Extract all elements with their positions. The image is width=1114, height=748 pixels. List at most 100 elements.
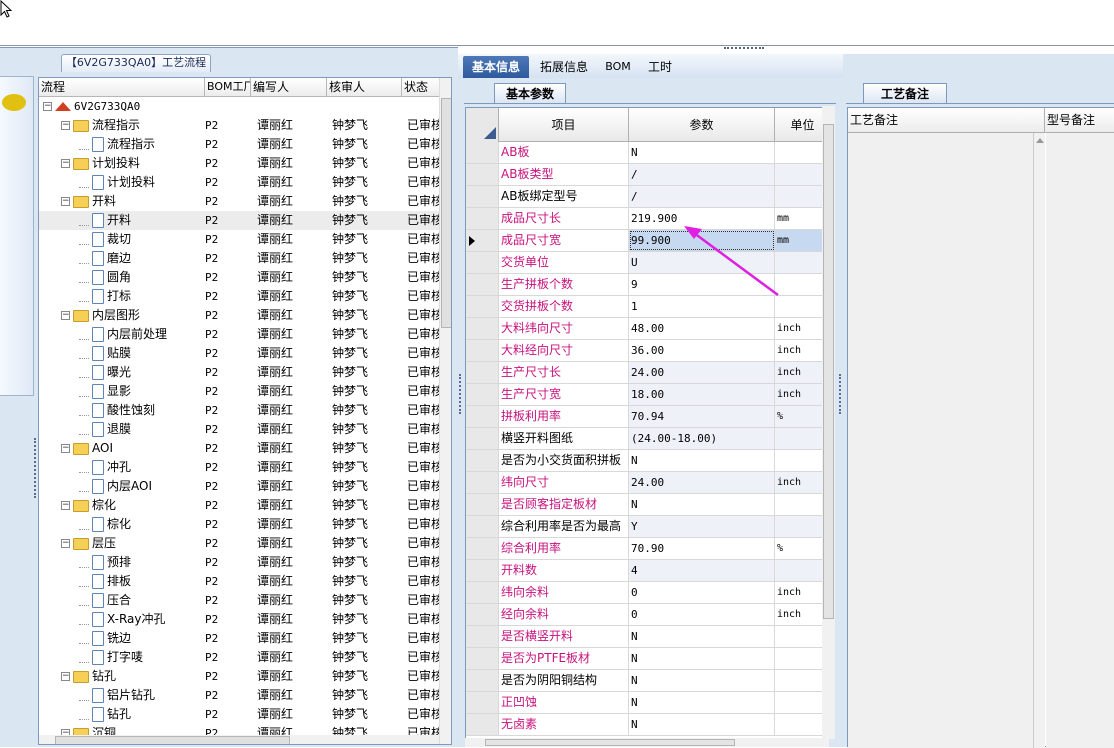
col-header-process-remark[interactable]: 工艺备注 <box>848 108 1045 133</box>
param-value-field[interactable]: N <box>629 450 775 471</box>
tree-row[interactable]: 铣边 P2 谭丽红 钟梦飞 已审核 <box>39 629 439 648</box>
row-indicator[interactable] <box>466 142 499 163</box>
param-value-field[interactable]: 70.90 <box>629 538 775 559</box>
tab-basic-params[interactable]: 基本参数 <box>494 83 566 104</box>
tree-row[interactable]: 显影 P2 谭丽红 钟梦飞 已审核 <box>39 382 439 401</box>
param-row[interactable]: 交货单位 U <box>466 252 828 274</box>
col-header-status[interactable]: 状态 <box>402 78 439 97</box>
collapse-toggle-icon[interactable]: − <box>61 444 70 453</box>
param-row[interactable]: 纬向余料 0 inch <box>466 582 828 604</box>
param-value-field[interactable]: N <box>629 626 775 647</box>
row-indicator[interactable] <box>466 626 499 647</box>
collapse-toggle-icon[interactable]: − <box>61 311 70 320</box>
row-indicator[interactable] <box>466 450 499 471</box>
param-row[interactable]: 是否为小交货面积拼板 N <box>466 450 828 472</box>
param-row[interactable]: 是否为阴阳铜结构 N <box>466 670 828 692</box>
row-indicator[interactable] <box>466 318 499 339</box>
param-row[interactable]: 生产拼板个数 9 <box>466 274 828 296</box>
param-row[interactable]: 开料数 4 <box>466 560 828 582</box>
param-row[interactable]: AB板 N <box>466 142 828 164</box>
param-value-field[interactable]: 99.900 <box>629 230 775 251</box>
param-row[interactable]: 大料经向尺寸 36.00 inch <box>466 340 828 362</box>
row-indicator[interactable] <box>466 604 499 625</box>
row-indicator[interactable] <box>466 164 499 185</box>
param-row[interactable]: 无卤素 N <box>466 714 828 736</box>
param-value-field[interactable]: 24.00 <box>629 472 775 493</box>
param-value-field[interactable]: / <box>629 164 775 185</box>
mid-splitter-right[interactable] <box>839 374 841 414</box>
tree-row[interactable]: 内层AOI P2 谭丽红 钟梦飞 已审核 <box>39 477 439 496</box>
param-row[interactable]: 生产尺寸宽 18.00 inch <box>466 384 828 406</box>
scroll-thumb[interactable] <box>55 736 290 744</box>
tree-row[interactable]: 贴膜 P2 谭丽红 钟梦飞 已审核 <box>39 344 439 363</box>
row-indicator[interactable] <box>466 428 499 449</box>
collapse-toggle-icon[interactable]: − <box>61 501 70 510</box>
param-row[interactable]: 成品尺寸宽 99.900 mm <box>466 230 828 252</box>
tab-extended-info[interactable]: 拓展信息 <box>534 56 594 78</box>
row-indicator[interactable] <box>466 208 499 229</box>
col-header-model-remark[interactable]: 型号备注 <box>1045 108 1114 133</box>
param-value-field[interactable]: 0 <box>629 604 775 625</box>
param-row[interactable]: 是否顾客指定板材 N <box>466 494 828 516</box>
param-row[interactable]: 纬向尺寸 24.00 inch <box>466 472 828 494</box>
grid-vertical-scrollbar[interactable] <box>822 106 835 739</box>
tree-row[interactable]: − 开料 P2 谭丽红 钟梦飞 已审核 <box>39 192 439 211</box>
row-indicator[interactable] <box>466 296 499 317</box>
param-row[interactable]: 生产尺寸长 24.00 inch <box>466 362 828 384</box>
param-value-field[interactable]: 1 <box>629 296 775 317</box>
param-value-field[interactable]: 36.00 <box>629 340 775 361</box>
row-indicator[interactable] <box>466 648 499 669</box>
collapse-toggle-icon[interactable]: − <box>61 672 70 681</box>
tree-row[interactable]: 钻孔 P2 谭丽红 钟梦飞 已审核 <box>39 705 439 724</box>
col-header-bom[interactable]: BOM工厂 <box>205 78 251 97</box>
tree-row[interactable]: 预排 P2 谭丽红 钟梦飞 已审核 <box>39 553 439 572</box>
row-indicator[interactable] <box>466 714 499 735</box>
tab-process-remarks[interactable]: 工艺备注 <box>863 83 947 104</box>
tab-bom[interactable]: BOM <box>600 56 636 78</box>
param-row[interactable]: 交货拼板个数 1 <box>466 296 828 318</box>
param-value-field[interactable]: 9 <box>629 274 775 295</box>
tree-horizontal-scrollbar[interactable] <box>39 735 439 744</box>
param-value-field[interactable]: U <box>629 252 775 273</box>
col-header-item[interactable]: 项目 <box>499 108 629 142</box>
row-indicator[interactable] <box>466 472 499 493</box>
param-value-field[interactable]: N <box>629 692 775 713</box>
tree-row[interactable]: 流程指示 P2 谭丽红 钟梦飞 已审核 <box>39 135 439 154</box>
chat-bubble-icon[interactable] <box>2 94 26 111</box>
remarks-scrollbar[interactable] <box>1033 133 1045 748</box>
scroll-thumb[interactable] <box>441 98 451 328</box>
col-header-param[interactable]: 参数 <box>629 108 775 142</box>
tree-row[interactable]: − 内层图形 P2 谭丽红 钟梦飞 已审核 <box>39 306 439 325</box>
tree-row[interactable]: − 计划投料 P2 谭丽红 钟梦飞 已审核 <box>39 154 439 173</box>
row-indicator[interactable] <box>466 692 499 713</box>
tab-work-hours[interactable]: 工时 <box>642 56 678 78</box>
col-header-unit[interactable]: 单位 <box>775 108 828 142</box>
row-indicator[interactable] <box>466 384 499 405</box>
row-indicator[interactable] <box>466 406 499 427</box>
param-row[interactable]: 是否为PTFE板材 N <box>466 648 828 670</box>
collapse-toggle-icon[interactable]: − <box>61 121 70 130</box>
row-indicator[interactable] <box>466 340 499 361</box>
tree-row[interactable]: − 层压 P2 谭丽红 钟梦飞 已审核 <box>39 534 439 553</box>
collapse-toggle-icon[interactable]: − <box>61 197 70 206</box>
param-value-field[interactable]: N <box>629 648 775 669</box>
tree-row[interactable]: 计划投料 P2 谭丽红 钟梦飞 已审核 <box>39 173 439 192</box>
collapse-toggle-icon[interactable]: − <box>43 102 52 111</box>
collapse-toggle-icon[interactable]: − <box>61 159 70 168</box>
param-row[interactable]: AB板绑定型号 / <box>466 186 828 208</box>
tree-row[interactable]: − AOI P2 谭丽红 钟梦飞 已审核 <box>39 439 439 458</box>
param-value-field[interactable]: 24.00 <box>629 362 775 383</box>
process-remark-area[interactable] <box>848 133 1033 748</box>
param-value-field[interactable]: 4 <box>629 560 775 581</box>
tree-row[interactable]: 曝光 P2 谭丽红 钟梦飞 已审核 <box>39 363 439 382</box>
tree-row[interactable]: 磨边 P2 谭丽红 钟梦飞 已审核 <box>39 249 439 268</box>
param-value-field[interactable]: 0 <box>629 582 775 603</box>
col-header-writer[interactable]: 编写人 <box>251 78 327 97</box>
row-indicator[interactable] <box>466 230 499 251</box>
param-row[interactable]: 是否横竖开料 N <box>466 626 828 648</box>
param-row[interactable]: AB板类型 / <box>466 164 828 186</box>
splitter-grip[interactable] <box>724 47 764 52</box>
param-value-field[interactable]: N <box>629 494 775 515</box>
tree-row[interactable]: 圆角 P2 谭丽红 钟梦飞 已审核 <box>39 268 439 287</box>
tab-basic-info[interactable]: 基本信息 <box>463 56 529 78</box>
